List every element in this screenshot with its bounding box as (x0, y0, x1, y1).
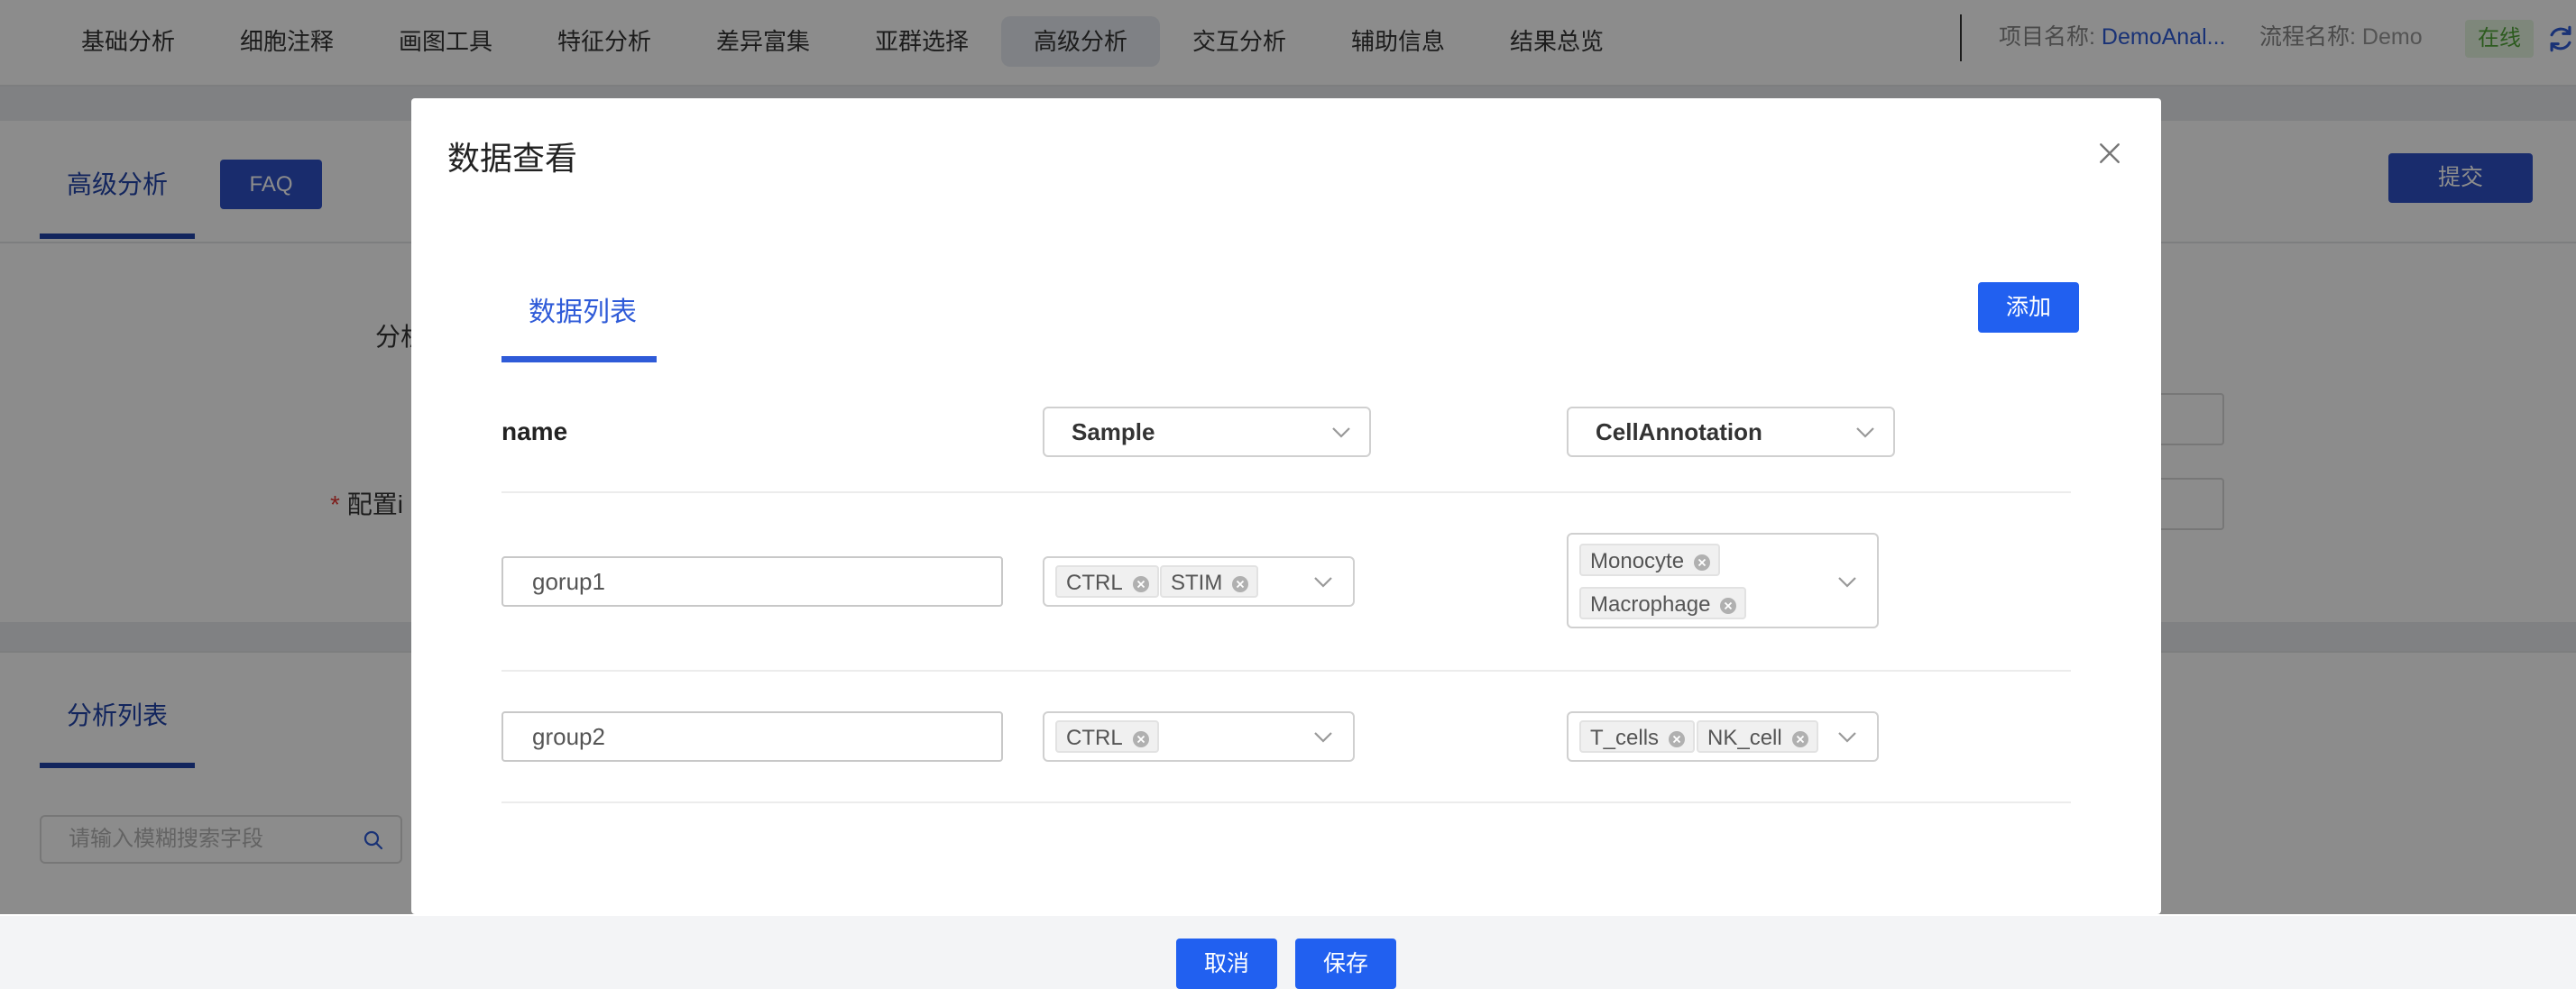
row-divider (501, 491, 2071, 493)
tag-sample: STIM (1160, 565, 1259, 598)
tag-sample-label: CTRL (1066, 726, 1123, 750)
tab-data-list-indicator (501, 356, 657, 362)
chevron-down-icon (1332, 427, 1350, 438)
tag-annotation-label: NK_cell (1707, 726, 1782, 750)
tag-annotation-label: Monocyte (1590, 549, 1685, 573)
column-select-cellannotation-value: CellAnnotation (1596, 418, 1762, 445)
save-button[interactable]: 保存 (1295, 939, 1396, 989)
add-button[interactable]: 添加 (1978, 282, 2079, 333)
sample-multiselect[interactable]: CTRL STIM (1043, 556, 1355, 607)
tag-annotation: T_cells (1579, 720, 1696, 753)
close-icon[interactable] (2098, 142, 2121, 165)
tab-data-list[interactable]: 数据列表 (529, 289, 637, 329)
tag-sample: CTRL (1055, 720, 1159, 753)
group-name-input[interactable]: gorup1 (501, 556, 1003, 607)
tag-annotation: NK_cell (1697, 720, 1818, 753)
tag-remove-icon[interactable] (1668, 730, 1686, 748)
chevron-down-icon (1314, 577, 1332, 588)
modal-title: 数据查看 (447, 140, 578, 177)
chevron-down-icon (1838, 577, 1856, 588)
group-name-value: group2 (532, 723, 605, 750)
sample-multiselect[interactable]: CTRL (1043, 711, 1355, 762)
chevron-down-icon (1856, 427, 1874, 438)
tag-remove-icon[interactable] (1231, 575, 1249, 593)
column-select-sample[interactable]: Sample (1043, 407, 1371, 457)
cancel-button[interactable]: 取消 (1176, 939, 1277, 989)
group-name-value: gorup1 (532, 568, 605, 595)
tag-remove-icon[interactable] (1132, 575, 1150, 593)
chevron-down-icon (1314, 732, 1332, 743)
group-name-input[interactable]: group2 (501, 711, 1003, 762)
tag-annotation: Macrophage (1579, 587, 1747, 619)
tag-annotation: Monocyte (1579, 544, 1721, 576)
tag-remove-icon[interactable] (1132, 730, 1150, 748)
tag-remove-icon[interactable] (1693, 554, 1711, 572)
annotation-multiselect[interactable]: T_cells NK_cell (1567, 711, 1879, 762)
tag-sample-label: CTRL (1066, 571, 1123, 595)
column-select-sample-value: Sample (1072, 418, 1155, 445)
column-select-cellannotation[interactable]: CellAnnotation (1567, 407, 1895, 457)
tag-annotation-label: T_cells (1590, 726, 1660, 750)
annotation-multiselect[interactable]: Monocyte Macrophage (1567, 533, 1879, 628)
tag-sample-label: STIM (1171, 571, 1223, 595)
tag-sample: CTRL (1055, 565, 1159, 598)
tag-remove-icon[interactable] (1791, 730, 1809, 748)
tag-remove-icon[interactable] (1719, 597, 1737, 615)
tag-annotation-label: Macrophage (1590, 592, 1711, 617)
chevron-down-icon (1838, 732, 1856, 743)
row-divider (501, 801, 2071, 803)
column-header-name: name (501, 417, 568, 445)
data-view-modal: 数据查看 数据列表 添加 name Sample CellAnnotation … (411, 98, 2161, 989)
row-divider (501, 670, 2071, 672)
